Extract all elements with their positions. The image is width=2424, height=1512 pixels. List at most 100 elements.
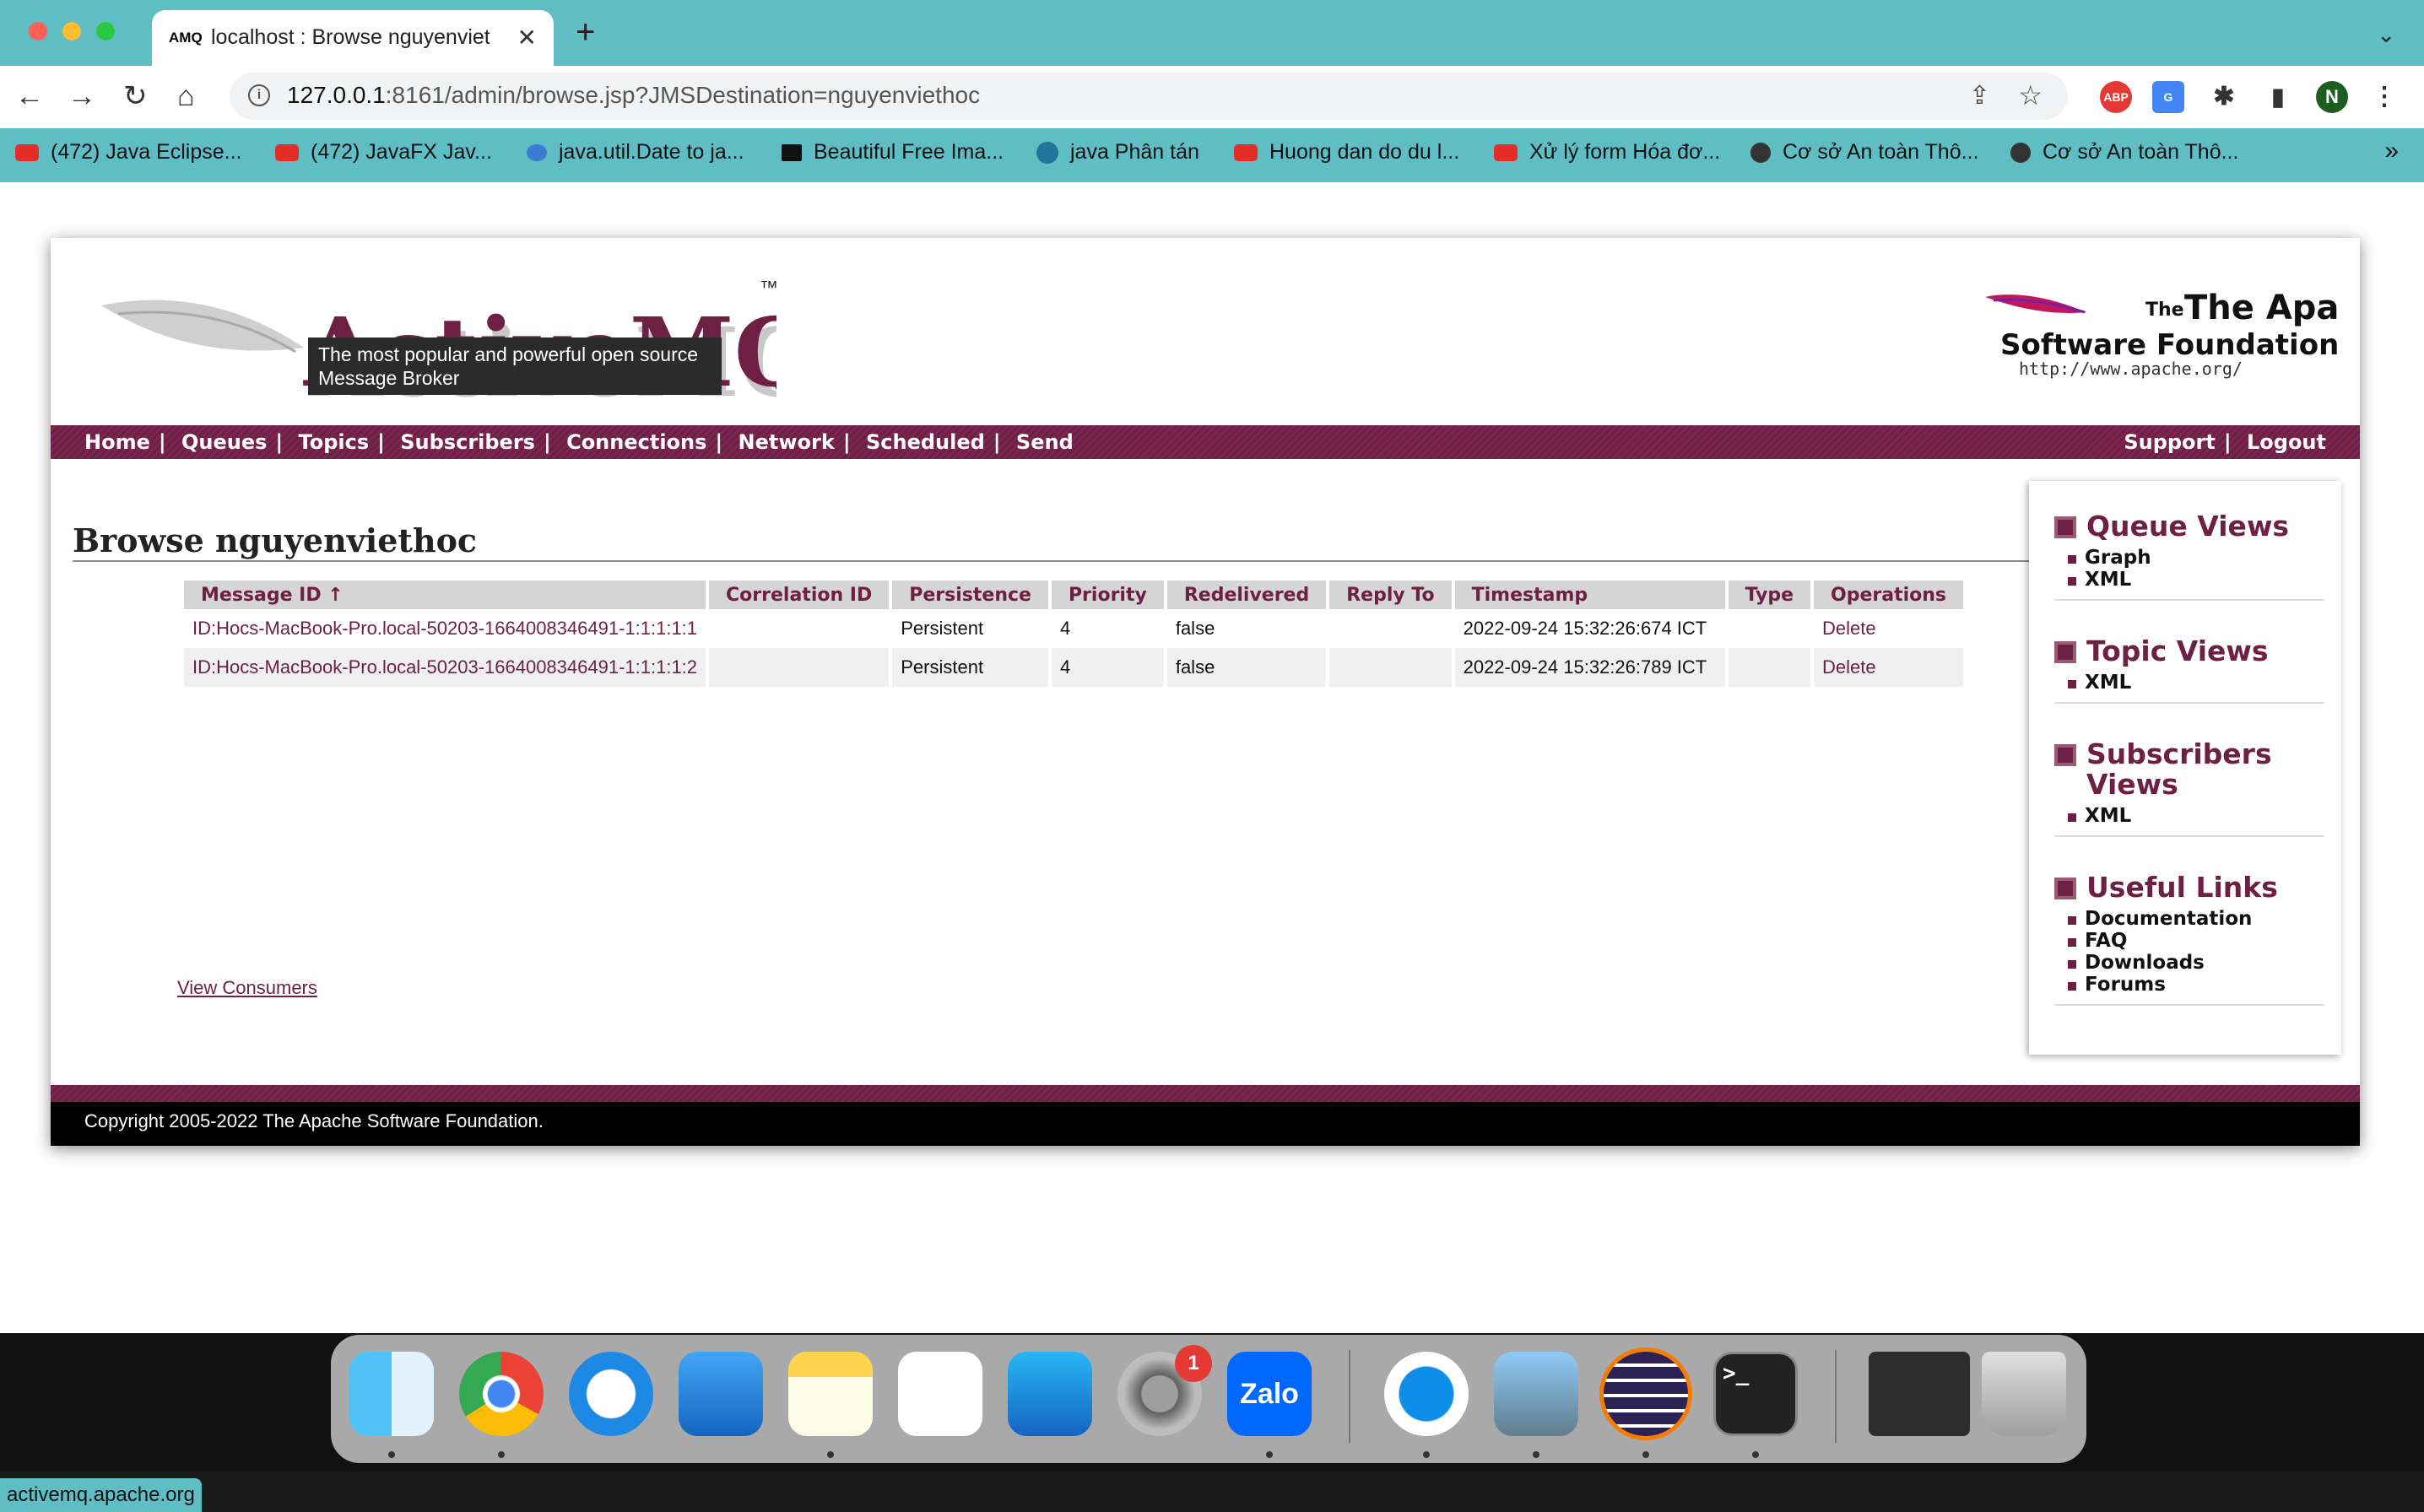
column-header-reply-to[interactable]: Reply To [1329,580,1452,609]
nav-home[interactable]: Home [84,430,150,454]
back-arrow-icon[interactable]: ← [15,79,44,113]
bookmark-item[interactable]: java.util.Date to ja... [527,135,744,169]
nav-topics[interactable]: Topics [299,430,370,454]
persistence-cell: Persistent [892,648,1048,687]
documentation-link[interactable]: Documentation [2068,908,2324,930]
dock-divider [1349,1350,1350,1443]
mail-icon[interactable] [679,1352,763,1436]
bookmark-item[interactable]: Cơ sở An toàn Thô... [1750,135,1978,169]
side-panel-icon[interactable]: ▮ [2262,81,2294,113]
nav-connections[interactable]: Connections [566,430,706,454]
column-header-priority[interactable]: Priority [1051,580,1164,609]
bookmark-item[interactable]: (472) JavaFX Jav... [275,135,492,169]
new-tab-button[interactable]: + [576,15,595,49]
zalo-icon[interactable]: Zalo [1227,1352,1312,1436]
type-cell [1729,609,1810,648]
column-header-persistence[interactable]: Persistence [892,580,1048,609]
downloads-link[interactable]: Downloads [2068,952,2324,974]
column-header-redelivered[interactable]: Redelivered [1166,580,1327,609]
bookmark-item[interactable]: (472) Java Eclipse... [15,135,242,169]
nav-network[interactable]: Network [739,430,835,454]
trash-icon[interactable] [1982,1352,2066,1436]
bookmark-item[interactable]: Cơ sở An toàn Thô... [2010,135,2238,169]
close-tab-icon[interactable]: ✕ [517,24,537,51]
column-header-type[interactable]: Type [1728,580,1810,609]
bookmark-item[interactable]: java Phân tán [1036,135,1199,169]
subscribers-xml-link[interactable]: XML [2068,805,2324,827]
apache-foundation-logo[interactable]: The The Apache Software Foundation http:… [1985,282,2406,383]
tab-search-chevron-icon[interactable]: ⌄ [2377,22,2395,48]
maximize-window-button[interactable] [96,22,115,40]
bookmarks-bar: (472) Java Eclipse... (472) JavaFX Jav..… [0,128,2424,182]
profile-avatar[interactable]: N [2316,81,2348,113]
queue-graph-link[interactable]: Graph [2068,547,2324,569]
nav-logout[interactable]: Logout [2247,430,2326,454]
bookmark-item[interactable]: Huong dan do du l... [1234,135,1459,169]
chrome-icon[interactable] [459,1352,544,1436]
bookmark-item[interactable]: Beautiful Free Ima... [782,135,1004,169]
column-header-message-id[interactable]: Message ID ↑ [184,580,706,609]
url-text[interactable]: 127.0.0.1:8161/admin/browse.jsp?JMSDesti… [287,82,980,109]
running-indicator [388,1451,395,1458]
reload-icon[interactable]: ↻ [123,79,148,113]
section-title: Useful Links [2054,872,2324,903]
topic-xml-link[interactable]: XML [2068,672,2324,694]
table-row: ID:Hocs-MacBook-Pro.local-50203-16640083… [184,609,1963,648]
footer-stripe [51,1085,2360,1102]
message-id-link[interactable]: ID:Hocs-MacBook-Pro.local-50203-16640083… [192,618,697,639]
home-icon[interactable]: ⌂ [177,79,195,113]
more-bookmarks-icon[interactable]: » [2384,137,2399,165]
faq-link[interactable]: FAQ [2068,930,2324,952]
wordpress-icon [1036,142,1058,165]
tab-title: localhost : Browse nguyenviet [211,25,490,49]
column-header-correlation-id[interactable]: Correlation ID [709,580,890,609]
safari-icon[interactable] [569,1352,653,1436]
message-id-link[interactable]: ID:Hocs-MacBook-Pro.local-50203-16640083… [192,656,697,678]
trademark: ™ [760,277,776,298]
view-consumers-link[interactable]: View Consumers [177,977,317,999]
minimize-window-button[interactable] [62,22,81,40]
terminal-icon[interactable]: >_ [1713,1352,1798,1436]
browser-chrome: AMQ localhost : Browse nguyenviet ✕ + ⌄ … [0,0,2424,182]
activemq-favicon-icon: AMQ [169,30,203,46]
bookmark-star-icon[interactable]: ☆ [2018,79,2043,111]
app-store-icon[interactable] [1008,1352,1092,1436]
globe-icon [1750,143,1771,164]
finder-icon[interactable] [349,1352,434,1436]
site-info-icon[interactable]: i [248,84,270,106]
copyright-text: Copyright 2005-2022 The Apache Software … [84,1110,544,1131]
delete-link[interactable]: Delete [1822,618,1876,639]
section-title: Subscribers Views [2054,739,2324,800]
notes-icon[interactable] [788,1352,873,1436]
bookmark-item[interactable]: Xử lý form Hóa đơ... [1494,135,1720,169]
translate-extension-icon[interactable]: G [2152,81,2184,113]
preview-icon[interactable] [1494,1352,1578,1436]
forward-arrow-icon[interactable]: → [68,79,96,113]
column-header-operations[interactable]: Operations [1814,580,1963,609]
nav-send[interactable]: Send [1016,430,1074,454]
close-window-button[interactable] [29,22,47,40]
nav-support[interactable]: Support [2124,430,2216,454]
priority-cell: 4 [1059,618,1071,639]
browser-menu-icon[interactable]: ⋮ [2368,81,2400,113]
nav-scheduled[interactable]: Scheduled [866,430,985,454]
nav-queues[interactable]: Queues [181,430,267,454]
running-indicator [1752,1451,1759,1458]
adblock-extension-icon[interactable]: ABP [2100,81,2132,113]
forums-link[interactable]: Forums [2068,974,2324,996]
eclipse-icon[interactable] [1604,1352,1688,1436]
site-icon [527,144,547,162]
nav-subscribers[interactable]: Subscribers [400,430,535,454]
reminders-icon[interactable] [898,1352,982,1436]
status-bar-url: activemq.apache.org [0,1478,202,1512]
recent-window-thumbnail[interactable] [1869,1352,1970,1436]
teamviewer-icon[interactable] [1384,1352,1469,1436]
queue-xml-link[interactable]: XML [2068,569,2324,591]
address-bar[interactable]: i 127.0.0.1:8161/admin/browse.jsp?JMSDes… [230,73,2068,120]
column-header-timestamp[interactable]: Timestamp [1454,580,1725,609]
browser-tab[interactable]: AMQ localhost : Browse nguyenviet ✕ [152,10,554,66]
youtube-icon [1234,144,1258,162]
extensions-puzzle-icon[interactable]: ✱ [2208,81,2240,113]
share-icon[interactable]: ⇪ [1969,81,1990,111]
delete-link[interactable]: Delete [1822,656,1876,678]
